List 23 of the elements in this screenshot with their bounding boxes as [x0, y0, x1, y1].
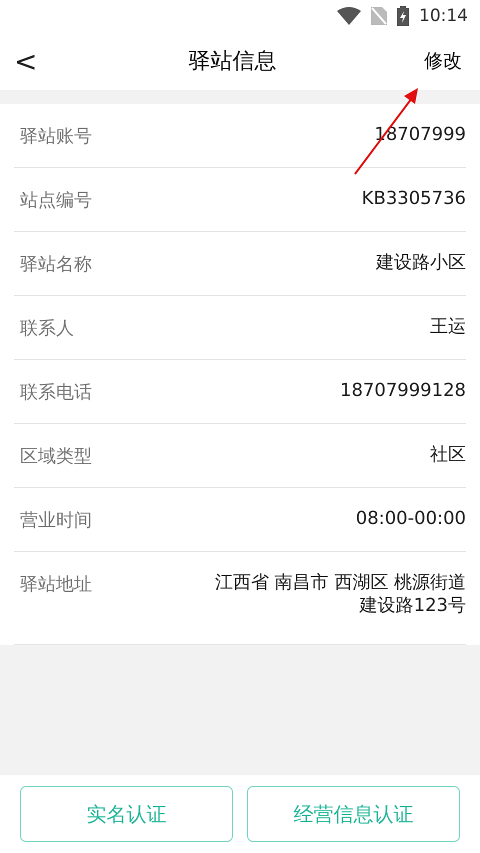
status-time: 10:14	[419, 6, 468, 26]
no-sim-icon	[371, 7, 387, 25]
address-line: 江西省 南昌市 西湖区 桃源街道	[214, 572, 466, 594]
field-label: 驿站名称	[19, 252, 92, 276]
field-value: 18707999128	[340, 380, 466, 403]
field-value: 08:00-00:00	[356, 508, 466, 531]
field-label: 联系电话	[19, 380, 92, 404]
field-value: 王运	[430, 316, 466, 339]
field-label: 站点编号	[19, 188, 92, 212]
field-label: 联系人	[19, 316, 74, 340]
edit-button[interactable]: 修改	[424, 48, 462, 74]
field-label: 驿站账号	[19, 124, 92, 148]
field-value: KB3305736	[362, 188, 466, 211]
field-value: 社区	[430, 444, 466, 467]
field-label: 营业时间	[19, 508, 92, 532]
battery-icon	[397, 6, 409, 26]
field-label: 区域类型	[19, 444, 92, 468]
back-button[interactable]: <	[10, 44, 42, 78]
page-title: 驿站信息	[188, 48, 277, 76]
address-line: 建设路123号	[360, 594, 466, 617]
field-label: 驿站地址	[19, 573, 92, 596]
field-value: 建设路小区	[376, 252, 466, 275]
wifi-icon	[337, 7, 361, 25]
